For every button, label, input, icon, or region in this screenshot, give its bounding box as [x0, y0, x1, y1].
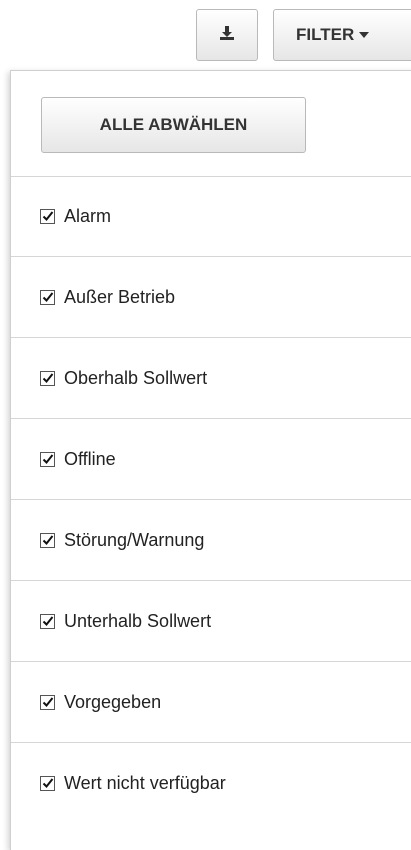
filter-option-label: Störung/Warnung [64, 529, 205, 550]
filter-option-unterhalb-sollwert[interactable]: Unterhalb Sollwert [11, 581, 411, 662]
checkbox-checked-icon[interactable] [40, 289, 55, 305]
filter-option-alarm[interactable]: Alarm [11, 176, 411, 257]
checkbox-checked-icon[interactable] [40, 613, 55, 629]
filter-option-label: Alarm [64, 205, 112, 226]
filter-option-ausser-betrieb[interactable]: Außer Betrieb [11, 257, 411, 338]
filter-option-oberhalb-sollwert[interactable]: Oberhalb Sollwert [11, 338, 411, 419]
caret-down-icon [359, 32, 370, 38]
filter-option-offline[interactable]: Offline [11, 419, 411, 500]
download-icon [219, 25, 235, 46]
filter-option-vorgegeben[interactable]: Vorgegeben [11, 662, 411, 743]
filter-option-label: Oberhalb Sollwert [64, 367, 208, 388]
filter-dropdown-menu: ALLE ABWÄHLEN Alarm Außer Betrieb Oberha… [10, 70, 411, 850]
filter-option-label: Wert nicht verfügbar [64, 773, 226, 793]
filter-dropdown-button[interactable]: FILTER [273, 9, 411, 61]
filter-option-label: Unterhalb Sollwert [64, 610, 212, 631]
toolbar: FILTER [0, 0, 411, 70]
checkbox-checked-icon[interactable] [40, 451, 55, 467]
filter-label: FILTER [296, 25, 355, 44]
deselect-all-button[interactable]: ALLE ABWÄHLEN [41, 97, 306, 153]
checkbox-checked-icon[interactable] [40, 776, 55, 791]
checkbox-checked-icon[interactable] [40, 532, 55, 548]
filter-option-wert-nicht-verfuegbar[interactable]: Wert nicht verfügbar [11, 743, 411, 824]
checkbox-checked-icon[interactable] [40, 694, 55, 710]
deselect-section: ALLE ABWÄHLEN [11, 71, 411, 177]
filter-option-stoerung-warnung[interactable]: Störung/Warnung [11, 500, 411, 581]
checkbox-checked-icon[interactable] [40, 208, 55, 224]
filter-option-label: Offline [64, 448, 116, 469]
filter-option-label: Vorgegeben [64, 691, 162, 712]
checkbox-checked-icon[interactable] [40, 370, 55, 386]
download-button[interactable] [196, 9, 258, 61]
filter-option-label: Außer Betrieb [64, 286, 176, 307]
